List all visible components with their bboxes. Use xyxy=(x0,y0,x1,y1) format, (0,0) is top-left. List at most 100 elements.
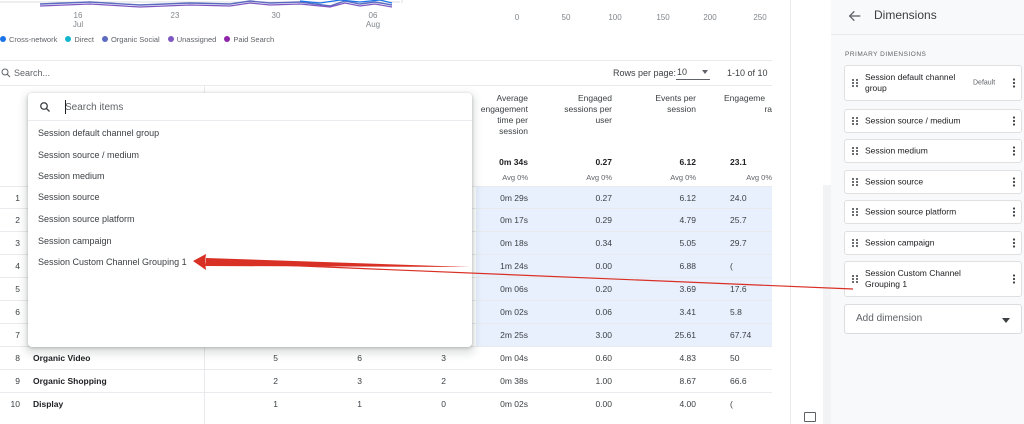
dropdown-item[interactable]: Session medium xyxy=(28,165,472,187)
cell-eng: 0.27 xyxy=(595,193,612,203)
row-dimension-value: Display xyxy=(33,399,64,409)
legend-item[interactable]: Direct xyxy=(65,35,94,44)
dropdown-search-bar xyxy=(28,93,472,121)
dropdown-item[interactable]: Session default channel group xyxy=(28,122,472,144)
row-index: 9 xyxy=(15,376,20,386)
dimension-card[interactable]: Session default channel group Default xyxy=(844,65,1022,101)
cell-rate: 67.74 xyxy=(730,330,752,340)
more-options-icon[interactable] xyxy=(1012,78,1016,88)
row-index: 1 xyxy=(15,193,20,203)
drag-handle-icon[interactable] xyxy=(851,146,859,156)
dropdown-item[interactable]: Session campaign xyxy=(28,230,472,252)
dimension-card[interactable]: Session Custom Channel Grouping 1 xyxy=(844,261,1022,297)
rows-per-page-label: Rows per page: xyxy=(613,68,677,78)
table-row[interactable]: 10 Display 1 1 0 0m 02s 0.00 4.00( xyxy=(0,392,772,415)
more-options-icon[interactable] xyxy=(1012,146,1016,156)
cell-evt: 4.79 xyxy=(679,215,696,225)
cell-c1: 1 xyxy=(273,399,278,409)
header-engaged-sessions[interactable]: Engaged sessions per user xyxy=(544,93,612,126)
table-row[interactable]: 9 Organic Shopping 2 3 2 0m 38s 1.00 8.67 66.6 xyxy=(0,369,772,392)
more-options-icon[interactable] xyxy=(1012,177,1016,187)
dropdown-item-custom-channel[interactable]: Session Custom Channel Grouping 1 xyxy=(28,251,472,273)
table-row[interactable]: 8 Organic Video 5 6 3 0m 04s 0.60 4.83 50 xyxy=(0,346,772,369)
row-index: 4 xyxy=(15,261,20,271)
add-dimension-select[interactable]: Add dimension xyxy=(844,304,1022,334)
cell-avg: 0m 18s xyxy=(500,238,528,248)
table-search-input[interactable] xyxy=(14,66,314,80)
cell-c3: 0 xyxy=(441,399,446,409)
dropdown-item[interactable]: Session source platform xyxy=(28,208,472,230)
row-dimension-value: Organic Shopping xyxy=(33,376,107,386)
search-items-input[interactable] xyxy=(65,100,445,114)
drag-handle-icon[interactable] xyxy=(851,207,859,217)
panel-gutter xyxy=(790,0,831,424)
legend-item[interactable]: Cross-network xyxy=(0,35,57,44)
legend-dot xyxy=(224,36,231,42)
row-index: 10 xyxy=(10,399,20,409)
header-events-per-session[interactable]: Events per session xyxy=(636,93,696,115)
dimension-card[interactable]: Session source xyxy=(844,170,1022,194)
cell-evt: 3.69 xyxy=(679,284,696,294)
x-tick-4: 06 Aug xyxy=(365,11,381,29)
dropdown-item[interactable]: Session source xyxy=(28,186,472,208)
cell-rate: 5.8 xyxy=(730,307,742,317)
dimension-card[interactable]: Session source / medium xyxy=(844,109,1022,133)
cell-rate: 24.0 xyxy=(730,193,747,203)
cell-evt: 6.88 xyxy=(679,261,696,271)
row-index: 3 xyxy=(15,238,20,248)
chart-strip: 16 Jul 23 30 06 Aug 0 50 100 150 200 250 C… xyxy=(0,0,790,60)
drag-handle-icon[interactable] xyxy=(851,177,859,187)
header-engagement-rate[interactable]: Engageme ra xyxy=(724,93,772,115)
legend-item[interactable]: Unassigned xyxy=(167,35,216,44)
rows-per-page-select[interactable]: 10 xyxy=(676,66,710,80)
cell-eng: 1.00 xyxy=(595,376,612,386)
bar-axis-tick: 200 xyxy=(703,13,717,22)
legend-item[interactable]: Organic Social xyxy=(101,35,160,44)
cell-c2: 1 xyxy=(357,399,362,409)
cell-evt: 6.12 xyxy=(679,193,696,203)
cell-avg: 0m 38s xyxy=(500,376,528,386)
legend-item[interactable]: Paid Search xyxy=(224,35,274,44)
legend-dot xyxy=(167,36,174,42)
drag-handle-icon[interactable] xyxy=(851,78,859,88)
chevron-down-icon xyxy=(702,70,708,74)
more-options-icon[interactable] xyxy=(1012,238,1016,248)
avg-delta: Avg 0% xyxy=(502,173,528,182)
drag-handle-icon[interactable] xyxy=(851,238,859,248)
dimension-card[interactable]: Session medium xyxy=(844,139,1022,163)
bar-axis-tick: 50 xyxy=(561,13,571,22)
cell-evt: 3.41 xyxy=(679,307,696,317)
more-options-icon[interactable] xyxy=(1012,207,1016,217)
cell-rate: 50 xyxy=(730,353,740,363)
table-toolbar: Rows per page: 10 1-10 of 10 xyxy=(0,60,772,86)
total-engagement-rate: 23.1 xyxy=(730,157,747,167)
cell-c3: 2 xyxy=(441,376,446,386)
drag-handle-icon[interactable] xyxy=(851,274,859,284)
drag-handle-icon[interactable] xyxy=(851,116,859,126)
cell-evt: 4.00 xyxy=(679,399,696,409)
search-icon xyxy=(40,102,50,112)
back-arrow-icon[interactable] xyxy=(847,8,863,24)
cell-avg: 0m 04s xyxy=(500,353,528,363)
feedback-icon[interactable] xyxy=(804,412,816,422)
cell-c3: 3 xyxy=(441,353,446,363)
cell-c1: 2 xyxy=(273,376,278,386)
cell-avg: 0m 06s xyxy=(500,284,528,294)
cell-evt: 5.05 xyxy=(679,238,696,248)
dimension-card[interactable]: Session source platform xyxy=(844,200,1022,224)
row-index: 7 xyxy=(15,330,20,340)
bar-axis-tick: 250 xyxy=(753,13,767,22)
more-options-icon[interactable] xyxy=(1012,116,1016,126)
bar-axis-tick: 100 xyxy=(608,13,622,22)
dimension-label: Session source / medium xyxy=(865,115,961,126)
more-options-icon[interactable] xyxy=(1012,274,1016,284)
dimensions-panel: Dimensions PRIMARY DIMENSIONS Session de… xyxy=(831,0,1024,424)
cell-avg: 0m 29s xyxy=(500,193,528,203)
dimension-card[interactable]: Session campaign xyxy=(844,231,1022,255)
scrollbar[interactable] xyxy=(823,185,831,424)
row-index: 2 xyxy=(15,215,20,225)
dropdown-item[interactable]: Session source / medium xyxy=(28,144,472,166)
bar-axis-tick: 150 xyxy=(656,13,670,22)
cell-rate: ( xyxy=(730,261,733,271)
cell-avg: 0m 02s xyxy=(500,399,528,409)
